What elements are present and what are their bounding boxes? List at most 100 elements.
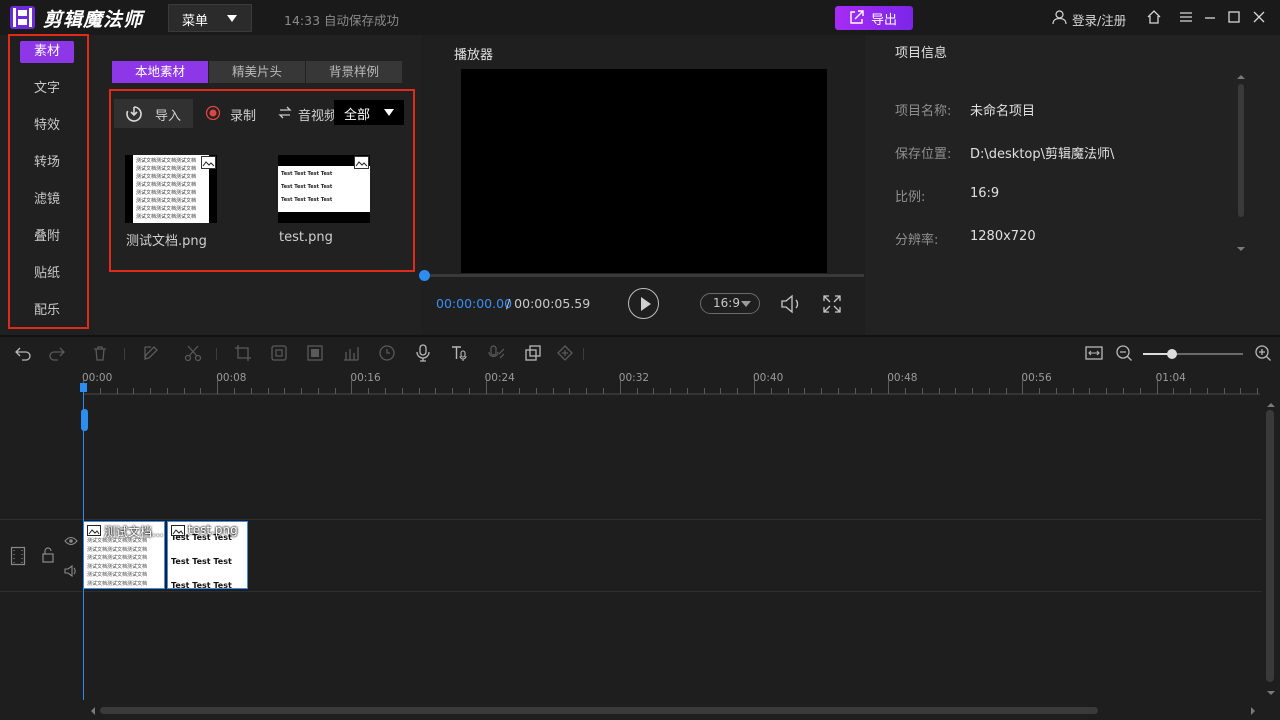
edit-icon[interactable] (142, 344, 160, 362)
ruler-tick-label: 00:24 (484, 372, 515, 384)
seek-handle[interactable] (419, 270, 430, 281)
image-type-icon (87, 525, 101, 536)
ruler-tick-label: 00:56 (1021, 372, 1052, 384)
vertical-scroll-thumb[interactable] (1266, 410, 1274, 682)
microphone-icon[interactable] (414, 344, 432, 362)
clip-preview-line: 测试文档测试文档测试文档 (87, 546, 148, 553)
playhead-handle[interactable] (81, 409, 88, 431)
material-highlight-frame (109, 89, 415, 272)
play-icon (641, 297, 651, 311)
menu-label: 菜单 (182, 14, 209, 29)
current-time: 00:00:00.00 (436, 296, 513, 311)
export-icon (850, 10, 864, 24)
info-label-ratio: 比例: (895, 190, 926, 205)
export-button[interactable]: 导出 (835, 6, 913, 30)
player-title: 播放器 (454, 48, 494, 63)
info-scrollbar[interactable] (1235, 72, 1247, 257)
ratio-value: 16:9 (713, 296, 740, 310)
sidebar-highlight-frame (8, 34, 89, 329)
redo-icon[interactable] (48, 344, 66, 362)
info-value-name: 未命名项目 (970, 104, 1036, 119)
film-strip-icon[interactable] (10, 546, 26, 566)
ruler-tick-label: 01:04 (1155, 372, 1186, 384)
layers-icon[interactable] (524, 344, 542, 362)
timeline-clip-1[interactable]: 测试文档测试文档测试文档 测试文档测试文档测试文档 测试文档测试文档测试文档 测… (83, 521, 165, 589)
preview-screen (461, 69, 827, 273)
audio-levels-icon[interactable] (342, 344, 360, 362)
keyframe-icon[interactable] (556, 344, 574, 362)
minimize-icon[interactable] (1202, 9, 1218, 25)
maximize-icon[interactable] (1226, 9, 1242, 25)
zoom-slider-knob[interactable] (1167, 349, 1177, 359)
info-value-ratio: 16:9 (970, 186, 1000, 201)
play-button[interactable] (628, 288, 659, 319)
total-time: / 00:00:05.59 (506, 296, 591, 311)
seek-bar[interactable] (424, 274, 864, 277)
clip-preview-line: Test Test Test (171, 557, 232, 566)
ruler-tick-label: 00:32 (618, 372, 650, 384)
playhead-marker[interactable] (80, 383, 87, 392)
hamburger-menu-icon[interactable] (1178, 9, 1194, 25)
project-info-panel (865, 35, 1280, 335)
chevron-down-icon (741, 301, 751, 307)
mosaic-icon[interactable] (270, 344, 288, 362)
info-value-resolution: 1280x720 (970, 229, 1036, 244)
project-info-title: 项目信息 (895, 46, 948, 61)
toolbar-divider (124, 348, 125, 360)
voice-change-icon[interactable] (488, 344, 506, 362)
undo-icon[interactable] (14, 344, 32, 362)
info-label-name: 项目名称: (895, 104, 952, 119)
info-value-path: D:\desktop\剪辑魔法师\ (970, 147, 1115, 162)
clip-preview-line: 测试文档测试文档测试文档 (87, 572, 148, 578)
volume-icon[interactable] (780, 293, 804, 315)
user-icon (1052, 10, 1067, 25)
tab-background-samples[interactable]: 背景样例 (306, 61, 402, 83)
chevron-down-icon (227, 15, 237, 22)
fullscreen-icon[interactable] (822, 294, 842, 314)
timeline-ruler[interactable] (83, 370, 1260, 395)
ruler-tick-label: 00:08 (216, 372, 247, 384)
aspect-ratio-select[interactable]: 16:9 (700, 293, 760, 314)
track-divider (0, 591, 1262, 592)
clip-preview-line: 测试文档测试文档测试文档 (87, 563, 148, 570)
clip-preview: 测试文档测试文档测试文档 测试文档测试文档测试文档 测试文档测试文档测试文档 测… (87, 537, 163, 588)
title-bar: 剪辑魔法师 菜单 14:33 自动保存成功 导出 登录/注册 (0, 0, 1280, 35)
close-icon[interactable] (1251, 9, 1267, 25)
home-icon[interactable] (1146, 9, 1162, 25)
track-divider (0, 519, 1262, 520)
clip-preview-line: Test Test Test (171, 581, 232, 589)
zoom-out-icon[interactable] (1115, 344, 1133, 362)
ruler-tick-label: 00:16 (350, 372, 381, 384)
timeline-clip-2[interactable]: Test Test Test Test Test Test Test Test … (167, 521, 248, 589)
text-to-speech-icon[interactable] (450, 344, 468, 362)
clip-name: 测试文档... (104, 525, 164, 539)
toolbar-divider (216, 348, 217, 360)
ruler-tick-label: 00:48 (887, 372, 918, 384)
app-title: 剪辑魔法师 (43, 9, 144, 31)
menu-dropdown[interactable]: 菜单 (168, 4, 252, 32)
horizontal-scroll-thumb[interactable] (100, 707, 1098, 714)
login-link[interactable]: 登录/注册 (1052, 10, 1126, 29)
login-label: 登录/注册 (1072, 13, 1127, 28)
crop-icon[interactable] (234, 344, 252, 362)
speaker-icon[interactable] (64, 565, 78, 577)
info-label-path: 保存位置: (895, 147, 952, 162)
clock-icon[interactable] (378, 344, 396, 362)
split-icon[interactable] (184, 344, 202, 362)
tab-local-material[interactable]: 本地素材 (112, 61, 208, 83)
image-type-icon (171, 525, 185, 536)
tab-intro-templates[interactable]: 精美片头 (209, 61, 305, 83)
zoom-in-icon[interactable] (1254, 344, 1272, 362)
autosave-status: 14:33 自动保存成功 (284, 13, 399, 28)
toolbar-divider (583, 348, 584, 360)
fit-timeline-icon[interactable] (1085, 344, 1103, 362)
playhead-line (83, 384, 84, 700)
eye-icon[interactable] (64, 536, 78, 546)
delete-icon[interactable] (91, 344, 109, 362)
app-logo-icon (9, 5, 36, 30)
lock-icon[interactable] (41, 547, 55, 563)
clip-preview-line: 测试文档测试文档测试文档 (87, 580, 148, 587)
pip-icon[interactable] (306, 344, 324, 362)
ruler-tick-label: 00:40 (753, 372, 784, 384)
clip-preview-line: 测试文档测试文档测试文档 (87, 555, 148, 561)
